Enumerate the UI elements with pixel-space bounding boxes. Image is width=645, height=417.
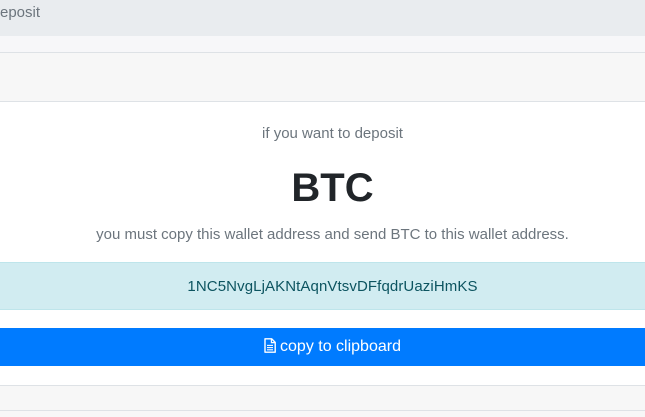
copy-button-label: copy to clipboard: [280, 338, 401, 355]
copy-to-clipboard-button[interactable]: copy to clipboard: [0, 328, 645, 366]
file-text-icon: [264, 338, 276, 359]
deposit-intro-text: if you want to deposit: [262, 125, 403, 142]
card-footer: [0, 385, 645, 417]
card-header: [0, 53, 645, 101]
deposit-page: eposit if you want to deposit BTC you mu…: [0, 0, 645, 417]
currency-title: BTC: [291, 166, 374, 210]
breadcrumb-current: eposit: [0, 4, 41, 21]
divider: [0, 410, 645, 411]
copy-button-content: copy to clipboard: [0, 337, 645, 359]
breadcrumb: eposit: [0, 0, 645, 36]
wallet-address-box[interactable]: 1NC5NvgLjAKNtAqnVtsvDFfqdrUaziHmKS: [0, 262, 645, 310]
deposit-instruction-text: you must copy this wallet address and se…: [96, 226, 569, 243]
wallet-address[interactable]: 1NC5NvgLjAKNtAqnVtsvDFfqdrUaziHmKS: [0, 277, 645, 297]
